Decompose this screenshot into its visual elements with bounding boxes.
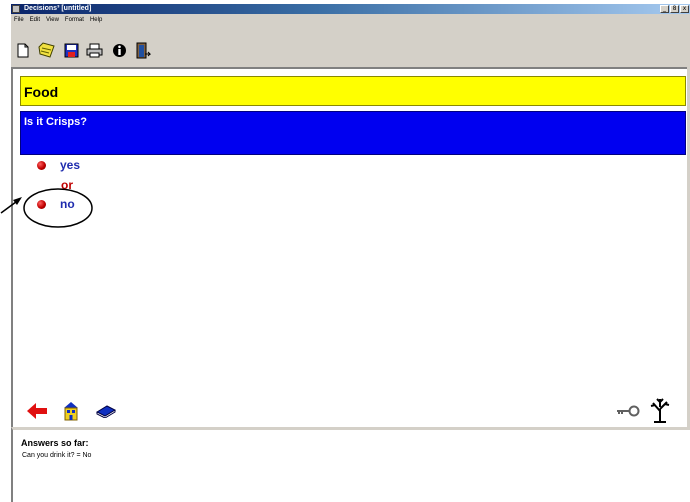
open-button[interactable] — [38, 41, 56, 59]
menu-bar: File Edit View Format Help — [11, 14, 690, 27]
new-button[interactable] — [14, 41, 32, 59]
print-icon — [86, 43, 102, 57]
exit-button[interactable] — [133, 41, 151, 59]
info-icon — [112, 43, 126, 57]
app-icon — [12, 5, 20, 13]
tree-icon — [650, 398, 670, 423]
menu-view[interactable]: View — [46, 14, 59, 27]
question-bar: Is it Crisps? — [20, 111, 686, 155]
save-icon — [64, 43, 78, 57]
key-button[interactable] — [615, 404, 641, 418]
toolbar — [11, 27, 690, 67]
print-button[interactable] — [85, 41, 103, 59]
info-button[interactable] — [110, 41, 128, 59]
menu-edit[interactable]: Edit — [30, 14, 40, 27]
topic-title: Food — [24, 84, 59, 100]
decision-area: Food Is it Crisps? yes or no — [11, 67, 690, 427]
back-button[interactable] — [26, 402, 48, 420]
close-button[interactable]: x — [680, 5, 689, 13]
save-button[interactable] — [62, 41, 80, 59]
answer-entry: Can you drink it? = No — [22, 452, 92, 459]
exit-icon — [136, 42, 151, 58]
title-bar: Decisions³ [untitled] _ 8 x — [11, 4, 690, 14]
answers-panel: Answers so far: Can you drink it? = No — [11, 427, 690, 502]
tree-button[interactable] — [647, 396, 673, 424]
highlight-ellipse — [23, 188, 93, 228]
window-controls: _ 8 x — [660, 5, 689, 13]
new-icon — [17, 43, 29, 57]
key-icon — [617, 405, 640, 417]
open-icon — [38, 42, 55, 58]
menu-help[interactable]: Help — [90, 14, 102, 27]
maximize-button[interactable]: 8 — [670, 5, 679, 13]
back-arrow-icon — [27, 403, 47, 419]
home-button[interactable] — [61, 401, 81, 421]
window-title: Decisions³ [untitled] — [24, 5, 92, 12]
pointer-arrow-icon — [0, 197, 22, 214]
answer-yes[interactable]: yes — [60, 158, 80, 172]
menu-file[interactable]: File — [14, 14, 24, 27]
answers-title: Answers so far: — [21, 438, 89, 448]
yes-bullet-icon[interactable] — [37, 161, 46, 170]
topic-bar: Food — [20, 76, 686, 106]
book-icon — [96, 405, 116, 418]
menu-format[interactable]: Format — [65, 14, 84, 27]
minimize-button[interactable]: _ — [660, 5, 669, 13]
question-text: Is it Crisps? — [24, 116, 87, 128]
house-icon — [64, 402, 78, 421]
app-window: Decisions³ [untitled] _ 8 x File Edit Vi… — [11, 4, 690, 502]
book-button[interactable] — [95, 403, 117, 419]
